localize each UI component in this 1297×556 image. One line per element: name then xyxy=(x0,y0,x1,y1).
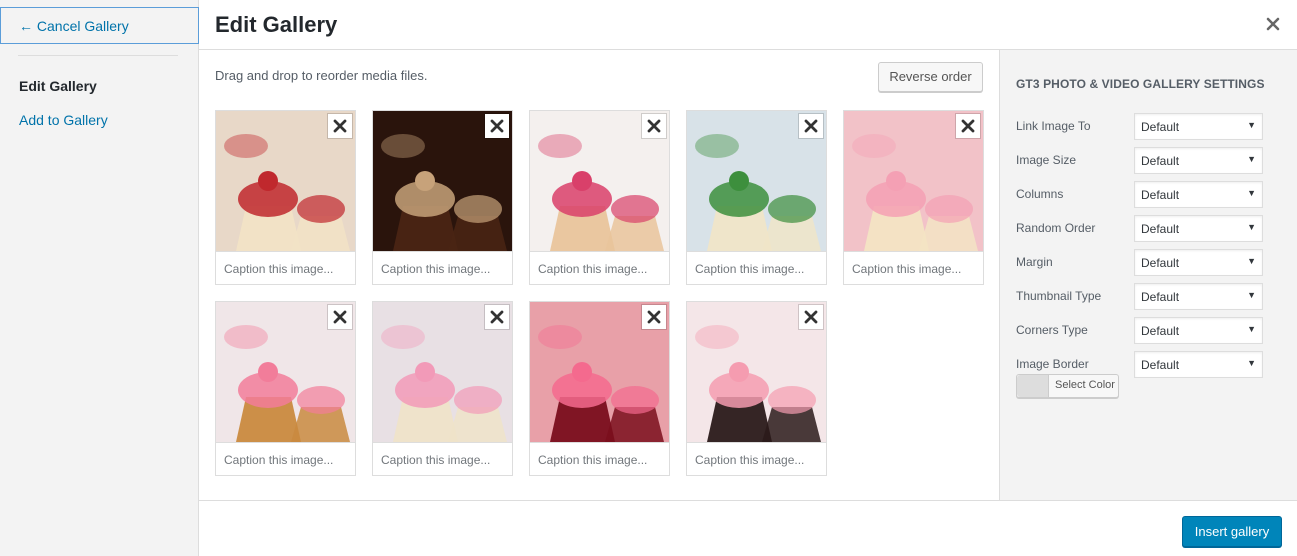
setting-select[interactable]: Default ▼ xyxy=(1134,317,1263,344)
select-color-label: Select Color xyxy=(1055,379,1115,391)
select-value: Default xyxy=(1141,324,1180,338)
setting-label: Corners Type xyxy=(1016,323,1088,337)
sidebar-item-edit-gallery[interactable]: Edit Gallery xyxy=(19,78,97,94)
select-value: Default xyxy=(1141,188,1180,202)
caption-input[interactable]: Caption this image... xyxy=(373,442,512,475)
gallery-content: Drag and drop to reorder media files. Re… xyxy=(199,50,999,500)
gallery-item[interactable]: Caption this image... xyxy=(215,301,356,476)
sidebar-item-add-to-gallery[interactable]: Add to Gallery xyxy=(19,112,108,128)
close-icon[interactable] xyxy=(1263,13,1283,35)
gallery-item[interactable]: Caption this image... xyxy=(215,110,356,285)
select-value: Default xyxy=(1141,154,1180,168)
sidebar-divider xyxy=(18,55,178,56)
setting-label: Thumbnail Type xyxy=(1016,289,1102,303)
dropdown-arrow-icon: ▼ xyxy=(1247,290,1256,300)
dropdown-arrow-icon: ▼ xyxy=(1247,154,1256,164)
setting-label: Random Order xyxy=(1016,221,1096,235)
reverse-order-button[interactable]: Reverse order xyxy=(878,62,983,92)
page-title: Edit Gallery xyxy=(215,12,338,37)
select-value: Default xyxy=(1141,358,1180,372)
remove-image-icon[interactable] xyxy=(956,114,980,138)
remove-image-icon[interactable] xyxy=(642,305,666,329)
dropdown-arrow-icon: ▼ xyxy=(1247,222,1256,232)
setting-label: Link Image To xyxy=(1016,119,1091,133)
color-swatch xyxy=(1017,375,1049,397)
setting-label: Image Border xyxy=(1016,357,1089,371)
remove-image-icon[interactable] xyxy=(799,114,823,138)
gallery-item[interactable]: Caption this image... xyxy=(686,110,827,285)
select-color-button[interactable]: Select Color xyxy=(1016,374,1119,398)
setting-label: Margin xyxy=(1016,255,1053,269)
remove-image-icon[interactable] xyxy=(328,114,352,138)
select-value: Default xyxy=(1141,222,1180,236)
caption-input[interactable]: Caption this image... xyxy=(373,251,512,284)
caption-input[interactable]: Caption this image... xyxy=(530,442,669,475)
caption-input[interactable]: Caption this image... xyxy=(687,442,826,475)
dropdown-arrow-icon: ▼ xyxy=(1247,324,1256,334)
select-value: Default xyxy=(1141,290,1180,304)
setting-select[interactable]: Default ▼ xyxy=(1134,283,1263,310)
setting-select[interactable]: Default ▼ xyxy=(1134,113,1263,140)
media-sidebar: ← Cancel Gallery Edit Gallery Add to Gal… xyxy=(0,0,199,556)
dropdown-arrow-icon: ▼ xyxy=(1247,358,1256,368)
gallery-item[interactable]: Caption this image... xyxy=(372,301,513,476)
settings-heading: GT3 Photo & Video Gallery Settings xyxy=(1016,77,1265,91)
remove-image-icon[interactable] xyxy=(799,305,823,329)
setting-select[interactable]: Default ▼ xyxy=(1134,215,1263,242)
reorder-hint: Drag and drop to reorder media files. xyxy=(215,68,428,83)
gallery-item[interactable]: Caption this image... xyxy=(843,110,984,285)
gallery-item[interactable]: Caption this image... xyxy=(529,110,670,285)
setting-select[interactable]: Default ▼ xyxy=(1134,249,1263,276)
setting-select[interactable]: Default ▼ xyxy=(1134,351,1263,378)
gallery-item[interactable]: Caption this image... xyxy=(686,301,827,476)
gallery-item[interactable]: Caption this image... xyxy=(372,110,513,285)
dropdown-arrow-icon: ▼ xyxy=(1247,120,1256,130)
gallery-item[interactable]: Caption this image... xyxy=(529,301,670,476)
caption-input[interactable]: Caption this image... xyxy=(530,251,669,284)
remove-image-icon[interactable] xyxy=(485,114,509,138)
remove-image-icon[interactable] xyxy=(328,305,352,329)
remove-image-icon[interactable] xyxy=(642,114,666,138)
setting-select[interactable]: Default ▼ xyxy=(1134,181,1263,208)
caption-input[interactable]: Caption this image... xyxy=(844,251,983,284)
insert-gallery-button[interactable]: Insert gallery xyxy=(1182,516,1282,547)
cancel-gallery-button[interactable]: ← Cancel Gallery xyxy=(0,7,199,44)
select-value: Default xyxy=(1141,256,1180,270)
select-value: Default xyxy=(1141,120,1180,134)
caption-input[interactable]: Caption this image... xyxy=(216,442,355,475)
caption-input[interactable]: Caption this image... xyxy=(216,251,355,284)
caption-input[interactable]: Caption this image... xyxy=(687,251,826,284)
modal-header: Edit Gallery xyxy=(199,0,1297,50)
gallery-settings-panel: GT3 Photo & Video Gallery Settings Link … xyxy=(999,50,1297,500)
dropdown-arrow-icon: ▼ xyxy=(1247,188,1256,198)
modal-footer: Insert gallery xyxy=(199,500,1297,556)
setting-label: Image Size xyxy=(1016,153,1077,167)
remove-image-icon[interactable] xyxy=(485,305,509,329)
dropdown-arrow-icon: ▼ xyxy=(1247,256,1256,266)
setting-label: Columns xyxy=(1016,187,1064,201)
setting-select[interactable]: Default ▼ xyxy=(1134,147,1263,174)
